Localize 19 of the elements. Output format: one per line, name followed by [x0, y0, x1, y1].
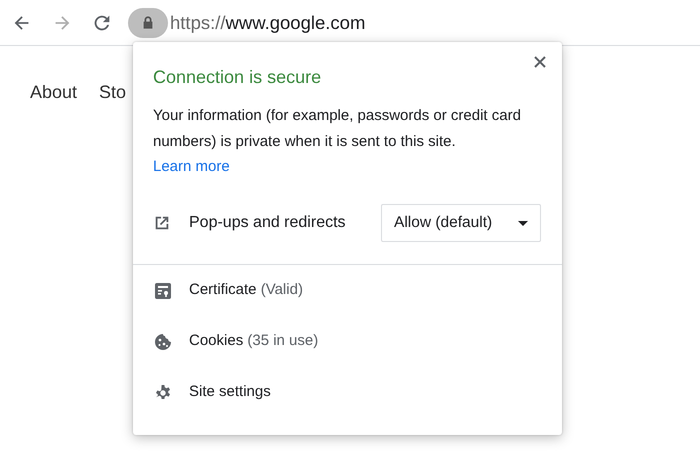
permission-label: Pop-ups and redirects [189, 213, 347, 233]
cookie-icon [154, 332, 172, 350]
menu-item[interactable]: Certificate (Valid) [189, 279, 303, 302]
site-info-button[interactable] [128, 8, 168, 38]
certificate-icon [154, 282, 172, 300]
learn-more-link[interactable]: Learn more [153, 156, 230, 178]
nav-link[interactable]: About [30, 79, 78, 106]
lock-icon [141, 15, 155, 30]
address-url[interactable]: https://www.google.com [170, 8, 366, 36]
caret-icon [518, 220, 528, 226]
menu-item[interactable]: Cookies (35 in use) [189, 330, 318, 353]
connection-title: Connection is secure [153, 66, 322, 89]
permission-dropdown[interactable]: Allow (default) [381, 204, 541, 242]
security-description: Your information (for example, passwords or credit card numbers) is private when it is sent to this site. [153, 106, 522, 152]
external-link-icon [153, 214, 171, 232]
close-icon [533, 55, 547, 69]
settings-icon [154, 384, 172, 402]
nav-link[interactable]: Sto [99, 79, 126, 106]
menu-item[interactable]: Site settings [189, 381, 271, 404]
